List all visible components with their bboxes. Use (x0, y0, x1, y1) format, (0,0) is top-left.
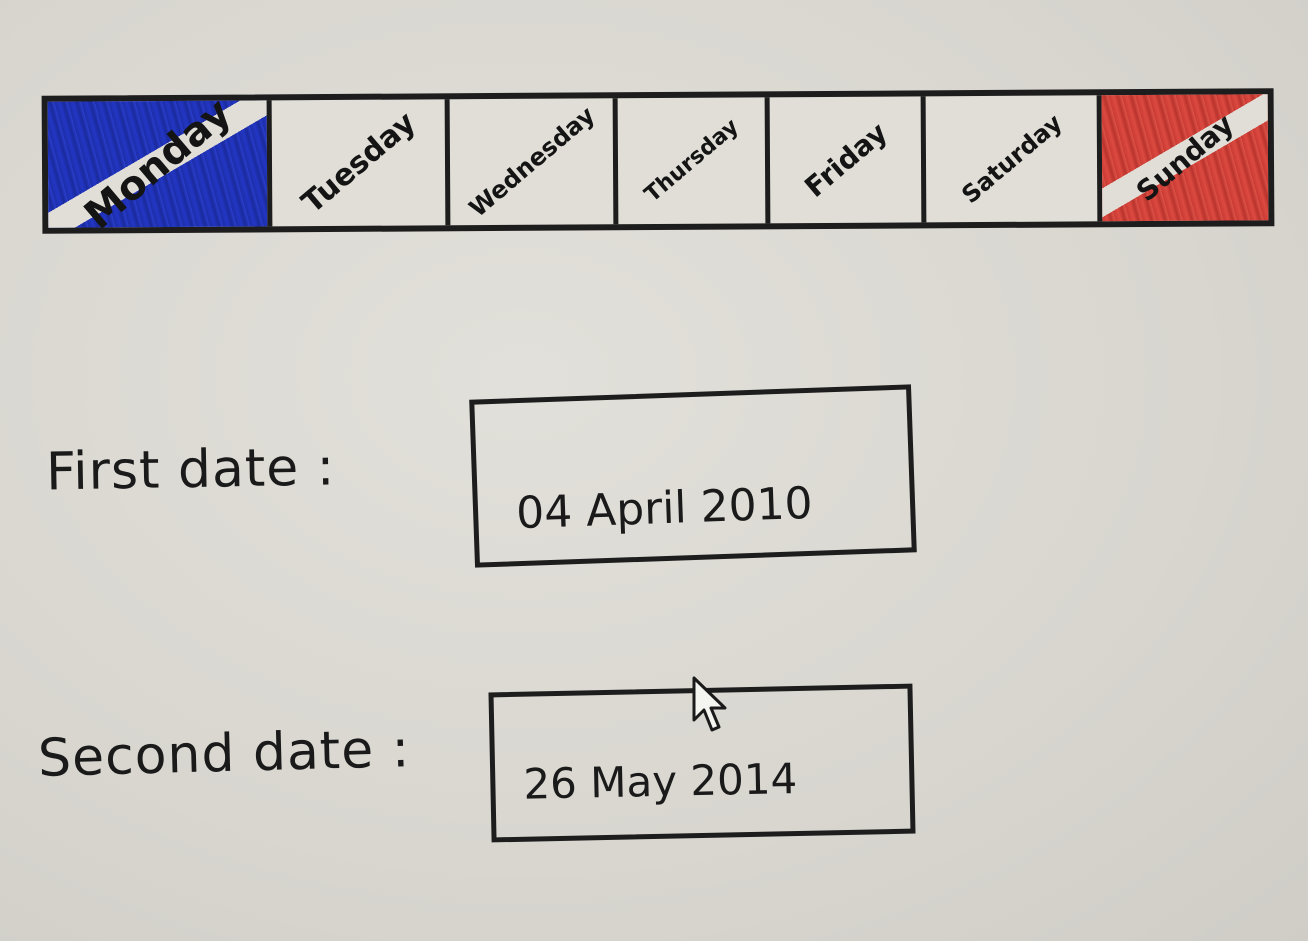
day-friday[interactable]: Friday (769, 96, 927, 224)
day-label: Tuesday (294, 105, 423, 221)
sketch-screen: Monday Tuesday Wednesday Thursday Friday… (0, 0, 1308, 941)
first-date-label: First date : (45, 437, 336, 503)
first-date-value: 04 April 2010 (515, 477, 814, 540)
day-monday[interactable]: Monday (47, 100, 273, 228)
mouse-pointer-icon (692, 676, 727, 732)
day-tuesday[interactable]: Tuesday (271, 99, 451, 227)
day-label: Friday (797, 115, 894, 204)
day-label: Wednesday (463, 100, 600, 223)
day-wednesday[interactable]: Wednesday (449, 98, 619, 226)
day-label: Monday (75, 100, 240, 228)
day-saturday[interactable]: Saturday (925, 95, 1103, 223)
day-label: Thursday (639, 114, 744, 208)
second-date-label: Second date : (37, 719, 411, 789)
second-date-value: 26 May 2014 (522, 754, 798, 809)
weekday-selector: Monday Tuesday Wednesday Thursday Friday… (41, 88, 1275, 234)
day-label: Saturday (955, 108, 1068, 210)
first-date-field[interactable]: 04 April 2010 (469, 384, 917, 568)
day-thursday[interactable]: Thursday (617, 97, 771, 225)
day-label: Sunday (1129, 107, 1241, 209)
day-sunday[interactable]: Sunday (1101, 94, 1269, 222)
